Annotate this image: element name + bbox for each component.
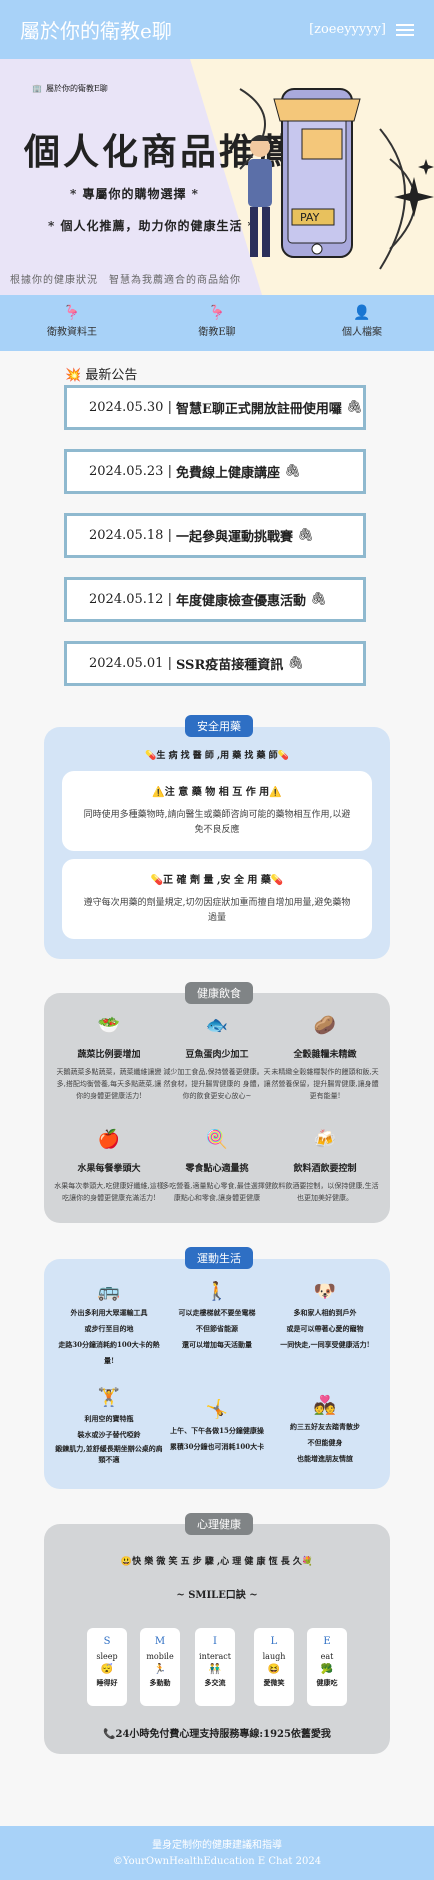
safe-badge: 安全用藥 xyxy=(185,715,253,737)
promo-banner[interactable]: 🏢 屬於你的衛教E聊 個人化商品推薦 * 專屬你的購物選擇 * * 個人化推薦，助… xyxy=(0,59,434,295)
potato-icon: 🥔 xyxy=(313,1015,337,1036)
smile-title: ~ SMILE口訣 ~ xyxy=(176,1590,258,1601)
dosage-card: 💊正 確 劑 量 ,安 全 用 藥💊 遵守每次用藥的劑量規定,切勿因症狀加重而擅自… xyxy=(62,859,372,939)
nav-item-education[interactable]: 🦩 衛教資料王 xyxy=(22,305,122,338)
announcement-card[interactable]: 2024.05.23 | 免費線上健康講座 🖇 xyxy=(64,449,366,494)
building-icon: 🏢 xyxy=(32,84,42,93)
exercise-item: 💑 約三五好友去踏青散步 不但能健身 也能增進朋友情誼 xyxy=(270,1395,380,1467)
nav-item-chat[interactable]: 🦩 衛教E聊 xyxy=(167,305,267,338)
exercise-item: 🤸 上午、下午各做15分鐘健康操 累積30分鐘也可消耗100大卡 xyxy=(162,1399,272,1455)
announcement-heading: 💥 最新公告 xyxy=(65,368,138,383)
page-footer: 量身定制你的健康建議和指導 ©YourOwnHealthEducation E … xyxy=(0,1826,434,1880)
shopper-figure xyxy=(248,135,272,257)
broccoli-icon: 🥦 xyxy=(320,1664,334,1675)
running-icon: 🏃 xyxy=(153,1664,167,1675)
mental-subtitle: 😃快 樂 微 笑 五 步 驟 ,心 理 健 康 恆 長 久💐 xyxy=(120,1557,314,1567)
apple-icon: 🍎 xyxy=(97,1129,121,1150)
banner-tagline: 根據你的健康狀況 智慧為我薦適合的商品給你 xyxy=(10,275,241,286)
nav-item-profile[interactable]: 👤 個人檔案 xyxy=(312,305,412,338)
candy-icon: 🍭 xyxy=(205,1129,229,1150)
app-title[interactable]: 屬於你的衛教e聊 xyxy=(20,15,309,44)
salad-icon: 🥗 xyxy=(97,1015,121,1036)
announcement-card[interactable]: 2024.05.30 | 智慧E聊正式開放註冊使用囉 🖇 xyxy=(64,385,366,430)
hotline-text[interactable]: 📞24小時免付費心理支持服務專線:1925依舊愛我 xyxy=(44,1725,390,1740)
smile-card-m: Mmobile 🏃 多動動 xyxy=(140,1628,180,1706)
diet-item: 🥔 全穀雜糧未精緻 未精緻全穀雜糧製作的饅頭和飯,天然營養保留，提升腸胃健康,讓身體… xyxy=(271,1015,379,1100)
pay-label: PAY xyxy=(300,211,320,224)
smile-card-l: Llaugh 😆 愛微笑 xyxy=(254,1628,294,1706)
banner-logo: 🏢 屬於你的衛教E聊 xyxy=(32,84,108,93)
bus-icon: 🚌 xyxy=(97,1281,121,1302)
drug-interaction-card: ⚠️注 意 藥 物 相 互 作 用⚠️ 同時使用多種藥物時,請向醫生或藥師咨詢可能… xyxy=(62,771,372,851)
diet-badge: 健康飲食 xyxy=(185,982,253,1004)
banner-line2: * 個人化推薦，助力你的健康生活 * xyxy=(48,219,255,233)
exercise-badge: 運動生活 xyxy=(185,1247,253,1269)
user-name[interactable]: [zoeeyyyyy] xyxy=(309,22,386,37)
pin-icon: 🖇 xyxy=(297,528,314,543)
exercise-section: 🚌 外出多利用大眾運輸工具 或步行至目的地 走路30分鐘消耗約100大卡的熱量! 🚶 可… xyxy=(44,1259,390,1489)
flamingo-icon: 🦩 xyxy=(208,305,226,321)
announcement-card[interactable]: 2024.05.12 | 年度健康檢查優惠活動 🖇 xyxy=(64,577,366,622)
mental-health-section: 😃快 樂 微 笑 五 步 驟 ,心 理 健 康 恆 長 久💐 ~ SMILE口訣… xyxy=(44,1524,390,1754)
sparkle-icon xyxy=(394,177,434,217)
smile-card-s: Ssleep 😴 睡得好 xyxy=(87,1628,127,1706)
flamingo-icon: 🦩 xyxy=(63,305,81,321)
cartwheel-icon: 🤸 xyxy=(205,1399,229,1420)
walking-icon: 🚶 xyxy=(205,1281,229,1302)
phone-shop-illustration: PAY xyxy=(239,88,434,270)
weightlifting-icon: 🏋️ xyxy=(97,1387,121,1408)
dog-icon: 🐶 xyxy=(313,1281,337,1302)
app-header: 屬於你的衛教e聊 [zoeeyyyyy] xyxy=(0,0,434,59)
exercise-item: 🐶 多和家人相約到戶外 或是可以帶著心愛的寵物 一同快走,一同享受健康活力! xyxy=(270,1281,380,1353)
banner-line1: * 專屬你的購物選擇 * xyxy=(70,187,199,201)
couple-icon: 💑 xyxy=(313,1395,337,1416)
sparkle-icon: 💥 xyxy=(65,368,82,383)
footer-copyright: ©YourOwnHealthEducation E Chat 2024 xyxy=(112,1856,322,1867)
pin-icon: 🖇 xyxy=(287,656,304,671)
diet-item: 🐟 豆魚蛋肉少加工 減少加工食品,保持營養更健康。天然食材，提升腸胃健康的 身體，讓… xyxy=(163,1015,271,1100)
main-nav: 🦩 衛教資料王 🦩 衛教E聊 👤 個人檔案 xyxy=(0,295,434,351)
mental-badge: 心理健康 xyxy=(185,1513,253,1535)
fish-icon: 🐟 xyxy=(205,1015,229,1036)
menu-icon[interactable] xyxy=(396,23,414,36)
exercise-item: 🚌 外出多利用大眾運輸工具 或步行至目的地 走路30分鐘消耗約100大卡的熱量! xyxy=(54,1281,164,1369)
person-icon: 👤 xyxy=(353,305,371,321)
pin-icon: 🖇 xyxy=(284,464,301,479)
diet-item: 🍻 飲料酒飲要控制 飲料飲酒要控制，以保持健康,生活也更加美好健康。 xyxy=(271,1129,379,1202)
smile-card-i: Iinteract 👬 多交流 xyxy=(195,1628,235,1706)
pin-icon: 🖇 xyxy=(346,400,363,415)
smile-card-e: Eeat 🥦 健康吃 xyxy=(307,1628,347,1706)
announcement-card[interactable]: 2024.05.18 | 一起參與運動挑戰賽 🖇 xyxy=(64,513,366,558)
diet-section: 🥗 蔬菜比例要增加 天鵝蔬菜多點蔬菜，蔬菜纖維讓變多,搭配均衡營養,每天多點蔬菜,讓… xyxy=(44,993,390,1223)
sleep-icon: 😴 xyxy=(100,1664,114,1675)
exercise-item: 🏋️ 利用空的寶特瓶 裝水或沙子替代啞鈴 鍛鍊肌力,並舒緩長期坐辦公桌的肩頸不適 xyxy=(55,1387,163,1464)
diet-item: 🥗 蔬菜比例要增加 天鵝蔬菜多點蔬菜，蔬菜纖維讓變多,搭配均衡營養,每天多點蔬菜,讓… xyxy=(54,1015,164,1102)
laugh-icon: 😆 xyxy=(267,1664,281,1675)
pin-icon: 🖇 xyxy=(310,592,327,607)
safe-medication-section: 💊生 病 找 醫 師 ,用 藥 找 藥 師💊 ⚠️注 意 藥 物 相 互 作 用… xyxy=(44,727,390,959)
footer-line1: 量身定制你的健康建議和指導 xyxy=(152,1840,282,1851)
diet-item: 🍎 水果每餐拳頭大 水果每次拳頭大,吃健康好纖維,這樣吃讓你的身體更健康充滿活力! xyxy=(54,1129,164,1202)
beer-icon: 🍻 xyxy=(313,1129,337,1150)
announcement-card[interactable]: 2024.05.01 | SSR疫苗接種資訊 🖇 xyxy=(64,641,366,686)
diet-item: 🍭 零食點心適量挑 多吃營養,適量點心零食,最佳選擇健康點心和零食,讓身體更健康 xyxy=(162,1129,272,1202)
exercise-item: 🚶 可以走樓梯就不要坐電梯 不但節省能源 還可以增加每天活動量 xyxy=(162,1281,272,1353)
safe-subtitle: 💊生 病 找 醫 師 ,用 藥 找 藥 師💊 xyxy=(145,751,289,761)
friends-icon: 👬 xyxy=(208,1664,222,1675)
